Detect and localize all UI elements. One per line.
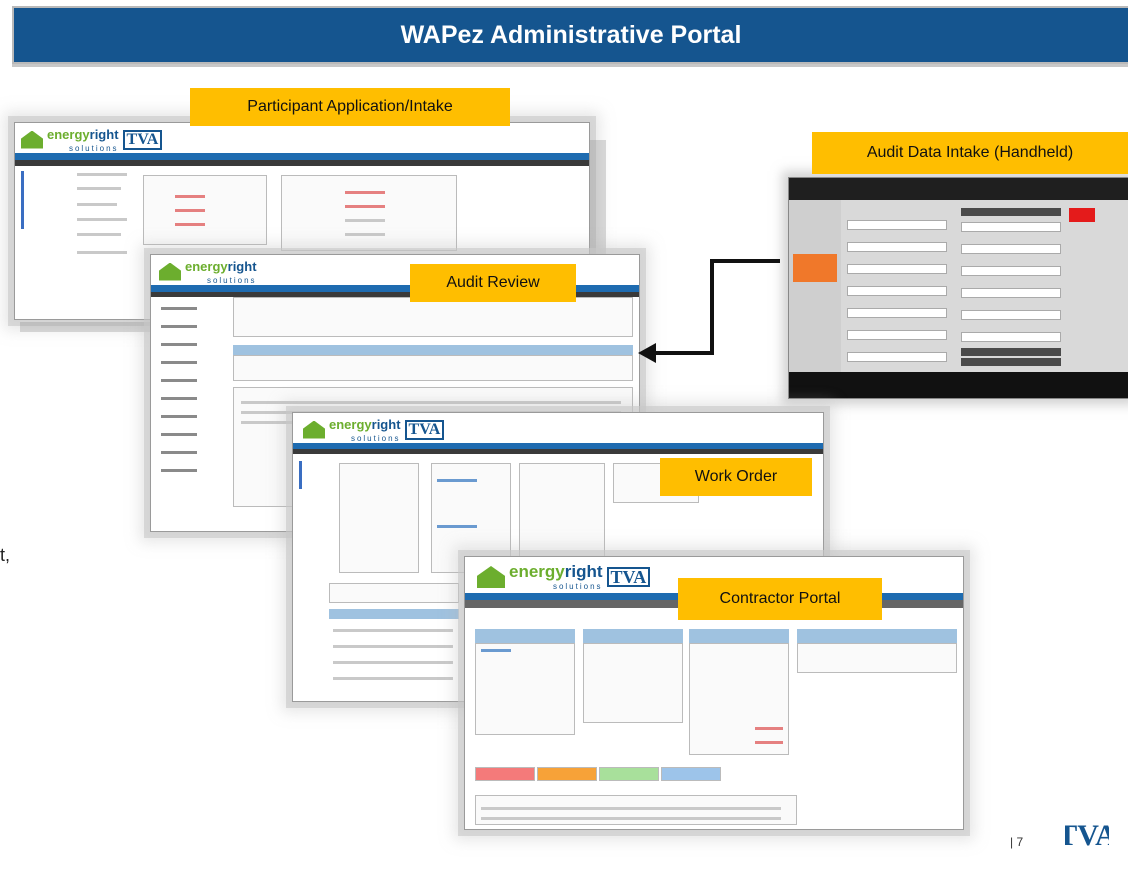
callout-contractor-portal: Contractor Portal <box>678 578 882 620</box>
sub-nav <box>15 160 589 166</box>
callout-audit-review: Audit Review <box>410 264 576 302</box>
handheld-screenshot <box>788 177 1128 399</box>
handheld-sidebar <box>789 200 841 372</box>
slide-title: WAPez Administrative Portal <box>400 20 742 49</box>
slide-title-bar: WAPez Administrative Portal <box>12 6 1128 64</box>
svg-text:TVA: TVA <box>1065 819 1109 852</box>
handheld-active-tab <box>793 254 837 282</box>
callout-audit-data-intake: Audit Data Intake (Handheld) <box>812 132 1128 174</box>
tva-logo: TVA <box>1065 819 1109 852</box>
logo-word: energyright <box>47 127 119 142</box>
handheld-alert <box>1069 208 1095 222</box>
flow-arrow <box>638 259 780 363</box>
callout-work-order: Work Order <box>660 458 812 496</box>
house-icon <box>159 262 181 281</box>
callout-participant-intake: Participant Application/Intake <box>190 88 510 126</box>
handheld-header <box>789 178 1128 200</box>
energyright-logo: energyright solutions <box>159 258 257 285</box>
handheld-tab-bar <box>789 372 1128 398</box>
energyright-logo: energyright solutions TVA <box>21 126 163 153</box>
house-icon <box>303 420 325 439</box>
page-number: | 7 <box>1010 835 1024 849</box>
energyright-logo: energyright solutions TVA <box>303 416 445 443</box>
energyright-logo: energyright solutions TVA <box>477 563 651 591</box>
sub-nav <box>293 449 823 454</box>
top-nav <box>15 153 589 160</box>
edge-fragment: t, <box>0 545 11 565</box>
house-icon <box>477 566 505 588</box>
tva-mini-logo: TVA <box>122 129 163 150</box>
house-icon <box>21 130 43 149</box>
